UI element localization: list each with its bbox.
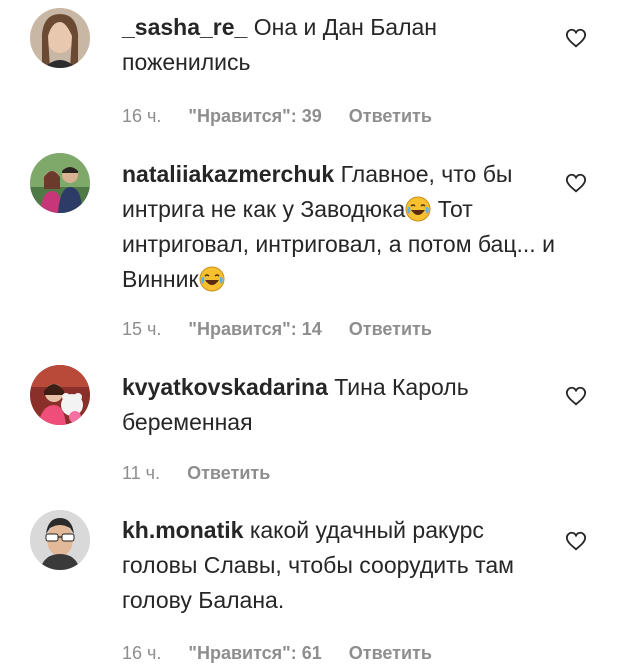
reply-button[interactable]: Ответить [349,643,432,663]
face-with-tears-of-joy-emoji [199,266,225,292]
comment-username[interactable]: kh.monatik [122,517,243,543]
comment-meta: 11 ч. Ответить [122,462,270,484]
comment-username[interactable]: nataliiakazmerchuk [122,161,334,187]
face-with-tears-of-joy-emoji [405,196,431,222]
comment-time[interactable]: 11 ч. [122,463,160,483]
avatar[interactable] [30,153,90,213]
comment-time[interactable]: 16 ч. [122,106,161,126]
comment-likes[interactable]: "Нравится": 39 [188,106,321,126]
comment-text: kh.monatik какой удачный ракурс головы С… [122,513,562,618]
comment-text: kvyatkovskadarina Тина Кароль беременная [122,370,562,440]
comment-likes[interactable]: "Нравится": 61 [188,643,321,663]
heart-icon[interactable] [565,385,587,407]
avatar[interactable] [30,8,90,68]
comment-likes[interactable]: "Нравится": 14 [188,319,321,339]
comment-meta: 15 ч. "Нравится": 14 Ответить [122,318,432,340]
comment-time[interactable]: 16 ч. [122,643,161,663]
comment-time[interactable]: 15 ч. [122,319,161,339]
comment-meta: 16 ч. "Нравится": 61 Ответить [122,642,432,664]
heart-icon[interactable] [565,172,587,194]
reply-button[interactable]: Ответить [349,106,432,126]
avatar[interactable] [30,365,90,425]
reply-button[interactable]: Ответить [187,463,270,483]
comment-meta: 16 ч. "Нравится": 39 Ответить [122,105,432,127]
comment-text: _sasha_re_ Она и Дан Балан поженились [122,10,562,80]
reply-button[interactable]: Ответить [349,319,432,339]
comment-username[interactable]: _sasha_re_ [122,14,247,40]
comment-text: nataliiakazmerchuk Главное, что бы интри… [122,157,562,297]
heart-icon[interactable] [565,27,587,49]
comment-username[interactable]: kvyatkovskadarina [122,374,328,400]
heart-icon[interactable] [565,530,587,552]
avatar[interactable] [30,510,90,570]
